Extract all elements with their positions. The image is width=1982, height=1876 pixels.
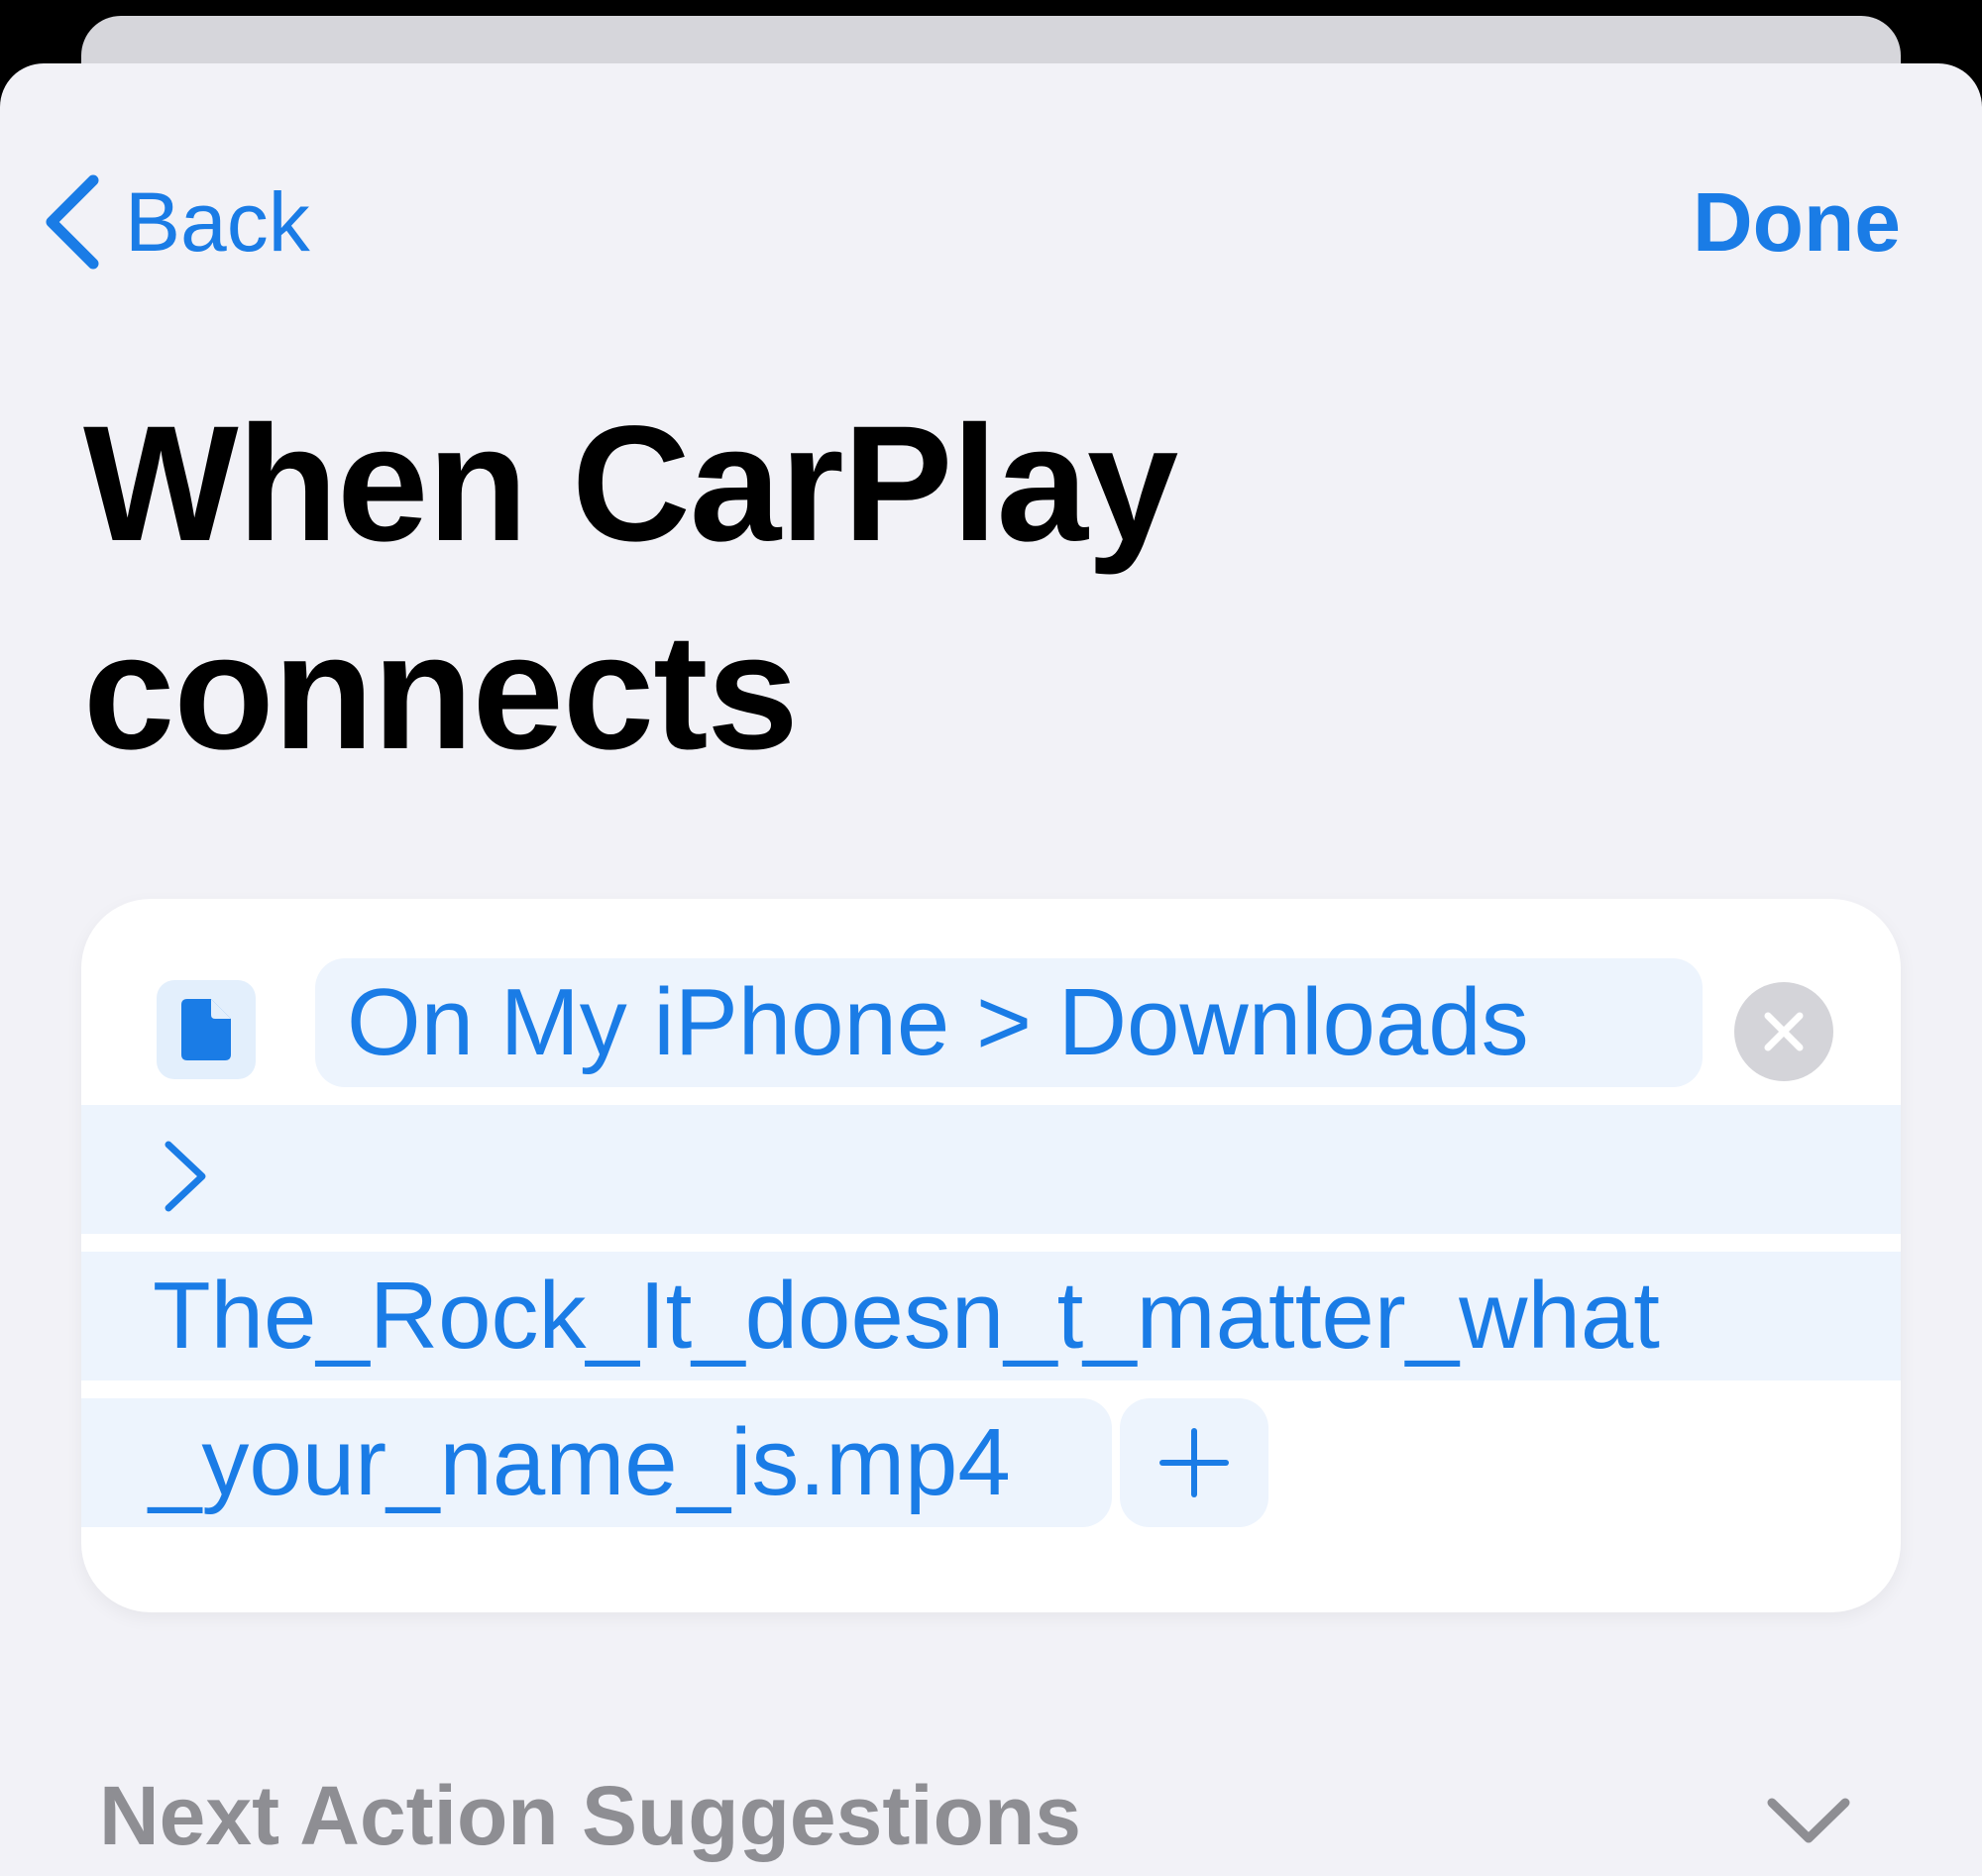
automation-sheet: Back Done When CarPlay connects On My iP…	[0, 63, 1982, 1876]
document-icon	[181, 999, 231, 1060]
path-folder: Downloads	[1057, 969, 1529, 1075]
action-icon-badge	[157, 980, 256, 1079]
file-path-token[interactable]: On My iPhone > Downloads	[347, 958, 1529, 1087]
page-title: When CarPlay connects	[83, 381, 1471, 797]
chevron-down-icon[interactable]	[1764, 1789, 1853, 1848]
chevron-left-icon	[46, 174, 99, 270]
path-token-bg	[81, 1105, 1901, 1234]
back-label: Back	[125, 174, 310, 269]
page-title-line2: connects	[83, 601, 799, 784]
back-button[interactable]: Back	[38, 153, 310, 291]
next-action-suggestions-header[interactable]: Next Action Suggestions	[99, 1768, 1081, 1864]
close-icon	[1764, 1012, 1804, 1051]
path-location: On My iPhone	[347, 969, 950, 1075]
chevron-right-icon	[165, 1141, 206, 1212]
file-name-line1[interactable]: The_Rock_It_doesn_t_matter_what	[153, 1252, 1660, 1380]
done-button[interactable]: Done	[1693, 153, 1901, 291]
path-separator-chevron	[159, 1105, 214, 1234]
page-title-line1: When CarPlay	[83, 392, 1178, 576]
clear-button[interactable]	[1734, 982, 1833, 1081]
add-button[interactable]	[1120, 1398, 1268, 1527]
file-name-line2[interactable]: _your_name_is.mp4	[149, 1398, 1011, 1527]
action-card: On My iPhone > Downloads The_Rock_It_doe…	[81, 899, 1901, 1612]
plus-icon	[1159, 1428, 1229, 1497]
path-separator: >	[975, 969, 1033, 1075]
